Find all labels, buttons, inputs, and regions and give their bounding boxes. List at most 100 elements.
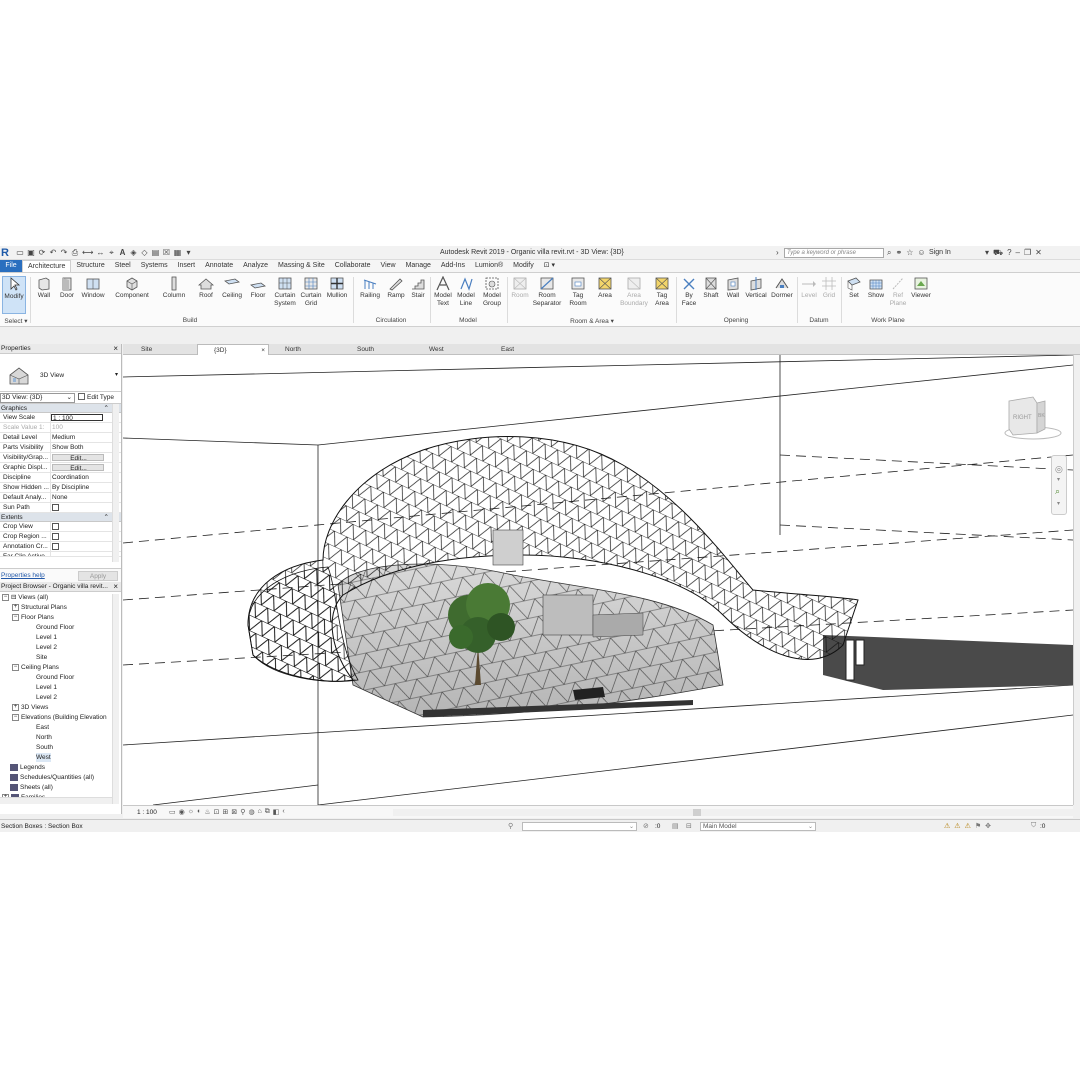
- tree-view-site[interactable]: Site: [36, 653, 47, 662]
- collapse-toggle-icon[interactable]: −: [2, 593, 9, 601]
- type-selector[interactable]: 3D View ▾: [0, 354, 121, 392]
- undo-icon[interactable]: ↶: [49, 248, 57, 257]
- visual-style-icon[interactable]: ◉: [179, 808, 185, 816]
- railing-button[interactable]: Railing: [358, 276, 382, 300]
- save-icon[interactable]: ▣: [27, 248, 35, 257]
- extents-section[interactable]: Extents ⌃: [0, 513, 121, 522]
- analysis-display-icon[interactable]: ⌂: [258, 808, 262, 816]
- column-button[interactable]: Column: [160, 276, 188, 300]
- tag-room-button[interactable]: Tag Room: [566, 276, 590, 308]
- level-button[interactable]: Level: [800, 276, 818, 300]
- tree-view-south[interactable]: South: [36, 743, 53, 752]
- apply-button[interactable]: Apply: [78, 571, 118, 581]
- tree-structural-plans[interactable]: + Structural Plans: [12, 603, 67, 612]
- section-icon[interactable]: ◇: [140, 248, 148, 257]
- area-boundary-button[interactable]: Area Boundary: [618, 276, 650, 308]
- tab-insert[interactable]: Insert: [173, 260, 201, 272]
- room-button[interactable]: Room: [510, 276, 530, 300]
- tree-view-ceiling-level-2[interactable]: Level 2: [36, 693, 57, 702]
- grid-button[interactable]: Grid: [820, 276, 838, 300]
- viewcube-face-back[interactable]: BK: [1038, 413, 1045, 419]
- crop-region-checkbox[interactable]: [52, 533, 59, 540]
- select-by-face-icon[interactable]: ⚑: [975, 822, 981, 830]
- close-icon[interactable]: ×: [113, 582, 118, 592]
- thin-lines-icon[interactable]: ▤: [151, 248, 160, 257]
- sign-in-link[interactable]: Sign In: [929, 249, 951, 256]
- window-button[interactable]: Window: [80, 276, 106, 300]
- design-options-icon[interactable]: ▤: [672, 822, 679, 830]
- cart-icon[interactable]: ⛟: [993, 248, 1003, 258]
- tab-modify[interactable]: Modify: [508, 260, 539, 272]
- tab-analyze[interactable]: Analyze: [238, 260, 273, 272]
- roof-button[interactable]: Roof: [196, 276, 216, 300]
- revit-logo-icon[interactable]: R: [1, 247, 12, 259]
- tree-elevations[interactable]: − Elevations (Building Elevation: [12, 713, 107, 722]
- scroll-left-icon[interactable]: ‹: [282, 808, 284, 816]
- view-tab-north[interactable]: North: [269, 344, 341, 355]
- dimension-icon[interactable]: ↔: [96, 248, 104, 257]
- default-3d-view-icon[interactable]: ◈: [129, 248, 137, 257]
- properties-help-link[interactable]: Properties help: [1, 572, 45, 579]
- viewer-button[interactable]: Viewer: [909, 276, 933, 300]
- constraints-icon[interactable]: ◧: [273, 808, 280, 816]
- expand-toggle-icon[interactable]: +: [12, 603, 19, 611]
- tree-3d-views[interactable]: +3D Views: [12, 703, 48, 712]
- dropdown-icon[interactable]: ▾: [985, 248, 989, 258]
- expand-toggle-icon[interactable]: +: [12, 703, 19, 711]
- render-icon[interactable]: ♨: [204, 808, 210, 816]
- stair-button[interactable]: Stair: [408, 276, 428, 300]
- viewport-horizontal-scrollbar[interactable]: [393, 809, 1073, 816]
- model-group-button[interactable]: Model Group: [480, 276, 504, 308]
- room-separator-button[interactable]: Room Separator: [532, 276, 562, 308]
- select-underlay-icon[interactable]: ⚠: [954, 822, 960, 830]
- detail-level-select[interactable]: Medium: [51, 433, 111, 442]
- close-hidden-icon[interactable]: ☒: [162, 248, 170, 257]
- tab-lumion[interactable]: Lumion®: [470, 260, 508, 272]
- view-tab-site[interactable]: Site: [125, 344, 197, 355]
- workset-select[interactable]: ⌄: [522, 822, 637, 831]
- sun-path-checkbox[interactable]: [52, 504, 59, 511]
- chevron-down-icon[interactable]: ▾: [115, 371, 118, 378]
- favorites-icon[interactable]: ☆: [906, 248, 913, 258]
- graphics-section[interactable]: Graphics ⌃: [0, 404, 121, 413]
- ramp-button[interactable]: Ramp: [385, 276, 407, 300]
- print-icon[interactable]: ⎙: [71, 248, 79, 257]
- collapse-toggle-icon[interactable]: −: [12, 713, 19, 721]
- view-tab-east[interactable]: East: [485, 344, 557, 355]
- filter-icon[interactable]: ⛉: [1031, 822, 1036, 830]
- worksets-icon[interactable]: ⚲: [508, 822, 513, 830]
- select-group-label[interactable]: Select ▾: [2, 317, 30, 325]
- search-input[interactable]: Type a keyword or phrase: [784, 248, 884, 258]
- by-face-button[interactable]: By Face: [679, 276, 699, 308]
- annotation-crop-checkbox[interactable]: [52, 543, 59, 550]
- curtain-system-button[interactable]: Curtain System: [272, 276, 298, 308]
- mullion-button[interactable]: Mullion: [324, 276, 350, 300]
- exclude-options-icon[interactable]: ⊟: [686, 822, 692, 830]
- lock-3d-icon[interactable]: ⊠: [231, 808, 237, 816]
- close-icon[interactable]: ✕: [1035, 248, 1042, 258]
- tag-icon[interactable]: ⌖: [107, 248, 115, 257]
- minimize-icon[interactable]: –: [1016, 248, 1020, 258]
- reveal-hidden-icon[interactable]: ◍: [248, 808, 254, 816]
- graphic-display-edit-button[interactable]: Edit...: [52, 464, 104, 471]
- tree-sheets[interactable]: Sheets (all): [10, 783, 53, 792]
- tab-systems[interactable]: Systems: [136, 260, 173, 272]
- collapse-toggle-icon[interactable]: −: [12, 663, 19, 671]
- model-text-button[interactable]: Model Text: [432, 276, 454, 308]
- view-scale-input[interactable]: 1 : 100: [51, 414, 103, 421]
- editable-only-icon[interactable]: ⊘: [643, 822, 649, 830]
- ref-plane-button[interactable]: Ref Plane: [888, 276, 908, 308]
- tree-ceiling-plans[interactable]: − Ceiling Plans: [12, 663, 59, 672]
- view-tab-3d[interactable]: {3D} ×: [197, 344, 269, 355]
- parts-visibility-select[interactable]: Show Both: [51, 443, 111, 452]
- area-button[interactable]: Area: [594, 276, 616, 300]
- tab-file[interactable]: File: [0, 260, 22, 272]
- user-icon[interactable]: ☺: [917, 248, 925, 258]
- wall-button[interactable]: Wall: [34, 276, 54, 300]
- subscription-icon[interactable]: ⚭: [895, 248, 902, 258]
- door-button[interactable]: Door: [57, 276, 77, 300]
- edit-type-button[interactable]: Edit Type: [78, 393, 114, 402]
- tab-structure[interactable]: Structure: [71, 260, 109, 272]
- tree-floor-plans[interactable]: − Floor Plans: [12, 613, 54, 622]
- dormer-button[interactable]: Dormer: [770, 276, 794, 300]
